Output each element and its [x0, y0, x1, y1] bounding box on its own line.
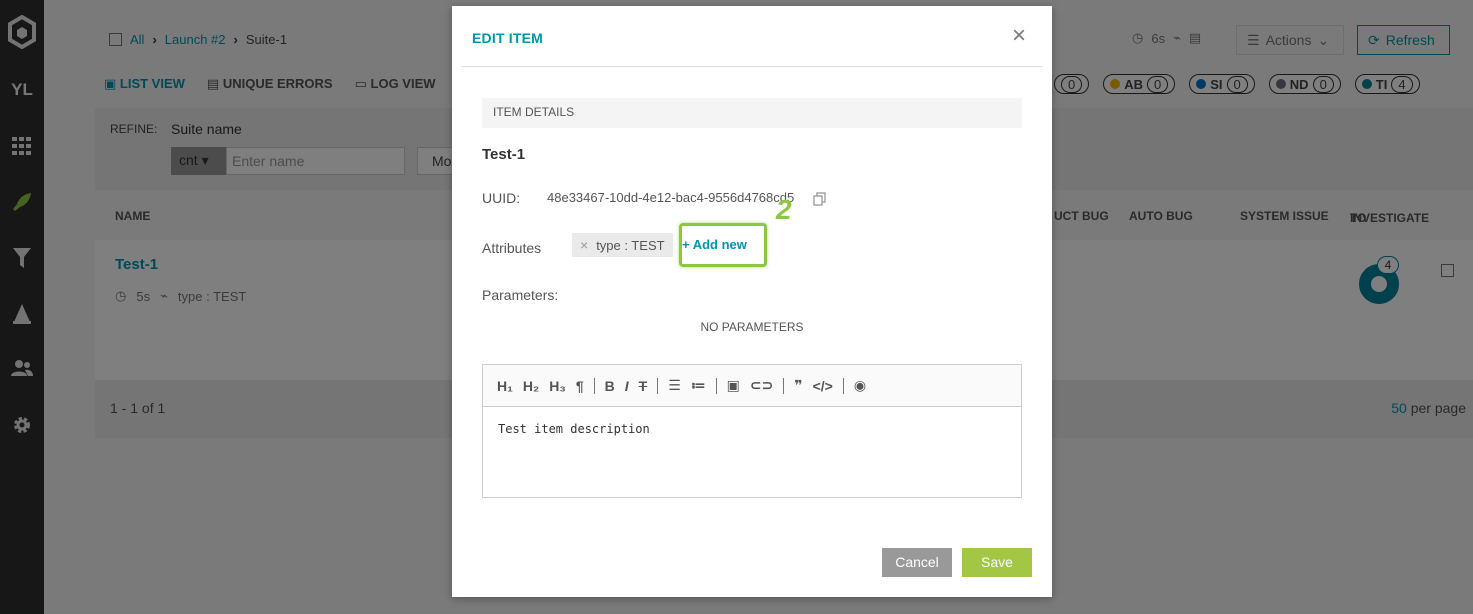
item-name: Test-1 — [482, 146, 526, 163]
heading1-icon[interactable]: H₁ — [497, 378, 513, 394]
strikethrough-icon[interactable]: T — [639, 378, 648, 394]
bold-icon[interactable]: B — [605, 378, 615, 394]
italic-icon[interactable]: I — [625, 378, 629, 394]
description-text[interactable]: Test item description — [498, 422, 650, 436]
toolbar-divider — [715, 377, 717, 394]
cancel-button[interactable]: Cancel — [882, 548, 952, 577]
modal-divider — [462, 66, 1042, 67]
toolbar-divider — [783, 377, 785, 394]
attributes-label: Attributes — [482, 240, 542, 256]
code-icon[interactable]: </> — [813, 378, 833, 394]
uuid-label: UUID: — [482, 190, 521, 206]
item-details-header: ITEM DETAILS — [482, 98, 1022, 128]
parameters-label: Parameters: — [482, 287, 559, 303]
highlight-box — [679, 223, 767, 267]
copy-icon[interactable] — [813, 192, 826, 206]
heading3-icon[interactable]: H₃ — [549, 378, 566, 394]
no-parameters-text: NO PARAMETERS — [700, 320, 804, 334]
editor-toolbar: H₁ H₂ H₃ ¶ B I T ☰ ≔ ▣ ⊂⊃ ❞ </> ◉ — [483, 365, 1021, 407]
uuid-value: 48e33467-10dd-4e12-bac4-9556d4768cd5 — [547, 190, 795, 205]
description-editor: H₁ H₂ H₃ ¶ B I T ☰ ≔ ▣ ⊂⊃ ❞ </> ◉ Test i… — [482, 364, 1022, 498]
paragraph-icon[interactable]: ¶ — [576, 378, 584, 394]
attribute-chip: × type : TEST — [572, 233, 673, 257]
step-number: 2 — [776, 194, 792, 225]
remove-attribute-icon[interactable]: × — [580, 237, 588, 253]
toolbar-divider — [593, 377, 595, 394]
quote-icon[interactable]: ❞ — [794, 377, 802, 394]
link-icon[interactable]: ⊂⊃ — [750, 377, 773, 394]
edit-item-modal: EDIT ITEM × ITEM DETAILS Test-1 UUID: 48… — [452, 6, 1052, 597]
attribute-chip-text[interactable]: type : TEST — [596, 238, 664, 253]
heading2-icon[interactable]: H₂ — [523, 378, 539, 394]
toolbar-divider — [657, 377, 659, 394]
sidebar-overlay[interactable] — [0, 0, 44, 614]
bullet-list-icon[interactable]: ☰ — [668, 377, 681, 394]
image-icon[interactable]: ▣ — [727, 377, 740, 394]
preview-eye-icon[interactable]: ◉ — [854, 377, 866, 394]
close-icon[interactable]: × — [1012, 24, 1026, 48]
toolbar-divider — [842, 377, 844, 394]
numbered-list-icon[interactable]: ≔ — [691, 377, 706, 394]
modal-title: EDIT ITEM — [472, 30, 544, 46]
save-button[interactable]: Save — [962, 548, 1032, 577]
